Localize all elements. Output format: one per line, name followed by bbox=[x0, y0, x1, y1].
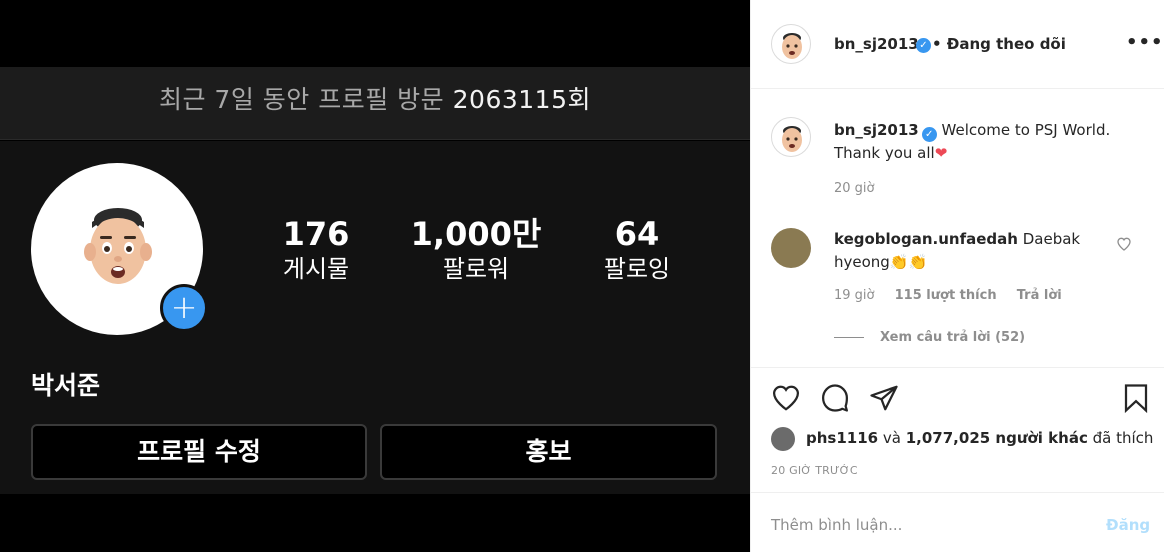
more-options-icon[interactable]: ••• bbox=[1126, 32, 1164, 53]
caption-username[interactable]: bn_sj2013 bbox=[834, 121, 919, 139]
edit-profile-button: 프로필 수정 bbox=[31, 424, 367, 480]
replies-divider bbox=[834, 337, 864, 338]
comment-actions: 19 giờ 115 lượt thích Trả lời bbox=[834, 288, 1078, 303]
share-send-icon[interactable] bbox=[869, 383, 899, 413]
author-avatar[interactable] bbox=[771, 24, 811, 64]
caption-time[interactable]: 20 giờ bbox=[834, 181, 875, 196]
memoji-avatar-icon bbox=[782, 126, 802, 152]
post-caption: bn_sj2013 ✓ Welcome to PSJ World. Thank y… bbox=[834, 119, 1134, 165]
visits-suffix: 회 bbox=[567, 85, 591, 114]
comment-bubble-icon[interactable] bbox=[820, 383, 850, 413]
liker-avatar[interactable] bbox=[771, 427, 795, 451]
comment: kegoblogan.unfaedah Daebak hyeong👏👏 bbox=[834, 228, 1109, 274]
section-divider bbox=[751, 492, 1164, 493]
like-heart-icon[interactable] bbox=[771, 383, 801, 413]
stat-posts-label: 게시물 bbox=[282, 255, 350, 283]
verified-badge-icon: ✓ bbox=[916, 38, 931, 53]
post-comment-button[interactable]: Đăng bbox=[1106, 516, 1150, 534]
author-username[interactable]: bn_sj2013 bbox=[834, 35, 919, 53]
visits-count: 2063115 bbox=[452, 85, 568, 114]
heart-emoji: ❤ bbox=[934, 144, 948, 162]
stat-following: 64 팔로잉 bbox=[562, 216, 712, 286]
liker-username[interactable]: phs1116 bbox=[806, 429, 878, 447]
visits-label: 최근 7일 동안 프로필 방문 bbox=[158, 85, 445, 114]
view-replies-label: Xem câu trả lời (52) bbox=[880, 330, 1026, 345]
memoji-avatar-icon bbox=[782, 33, 802, 59]
view-replies-button[interactable]: Xem câu trả lời (52) bbox=[834, 330, 1025, 345]
add-story-button: + bbox=[160, 284, 208, 332]
commenter-avatar[interactable] bbox=[771, 228, 811, 268]
liked-by-and: và bbox=[882, 429, 901, 447]
post-image: 최근 7일 동안 프로필 방문 2063115회 + 176 게시물 1,000… bbox=[0, 0, 750, 552]
comment-time[interactable]: 19 giờ bbox=[834, 288, 875, 303]
section-divider bbox=[751, 367, 1164, 368]
others-likes-link[interactable]: 1,077,025 người khác bbox=[906, 429, 1088, 447]
posted-time[interactable]: 20 GIỜ TRƯỚC bbox=[771, 464, 858, 477]
comment-like-heart-icon[interactable] bbox=[1116, 236, 1132, 252]
memoji-face-icon bbox=[84, 208, 152, 284]
commenter-username[interactable]: kegoblogan.unfaedah bbox=[834, 230, 1018, 248]
promote-button: 홍보 bbox=[380, 424, 717, 480]
liked-by-text: phs1116 và 1,077,025 người khác đã thích bbox=[806, 429, 1153, 447]
liked-by-suffix: đã thích bbox=[1092, 429, 1154, 447]
stat-followers-number: 1,000만 bbox=[410, 215, 542, 253]
profile-visits-text: 최근 7일 동안 프로필 방문 2063115회 bbox=[0, 80, 750, 116]
stat-following-label: 팔로잉 bbox=[603, 255, 671, 283]
verified-badge-icon: ✓ bbox=[921, 127, 937, 142]
clap-emoji: 👏👏 bbox=[889, 253, 928, 271]
stat-followers-label: 팔로워 bbox=[442, 255, 510, 283]
stat-following-number: 64 bbox=[614, 215, 660, 253]
add-comment-input[interactable]: Thêm bình luận... bbox=[771, 516, 902, 534]
bookmark-save-icon[interactable] bbox=[1121, 383, 1151, 413]
post-sidebar: bn_sj2013 ✓ • Đang theo dõi ••• bn_sj201… bbox=[750, 0, 1164, 552]
follow-status[interactable]: • Đang theo dõi bbox=[932, 35, 1066, 53]
reply-button[interactable]: Trả lời bbox=[1017, 288, 1062, 303]
post-header: bn_sj2013 ✓ • Đang theo dõi ••• bbox=[751, 0, 1164, 89]
stat-posts-number: 176 bbox=[282, 215, 350, 253]
stat-posts: 176 게시물 bbox=[241, 216, 391, 286]
profile-name: 박서준 bbox=[31, 371, 101, 400]
caption-author-avatar[interactable] bbox=[771, 117, 811, 157]
stat-followers: 1,000만 팔로워 bbox=[401, 216, 551, 286]
comment-likes[interactable]: 115 lượt thích bbox=[895, 288, 997, 303]
